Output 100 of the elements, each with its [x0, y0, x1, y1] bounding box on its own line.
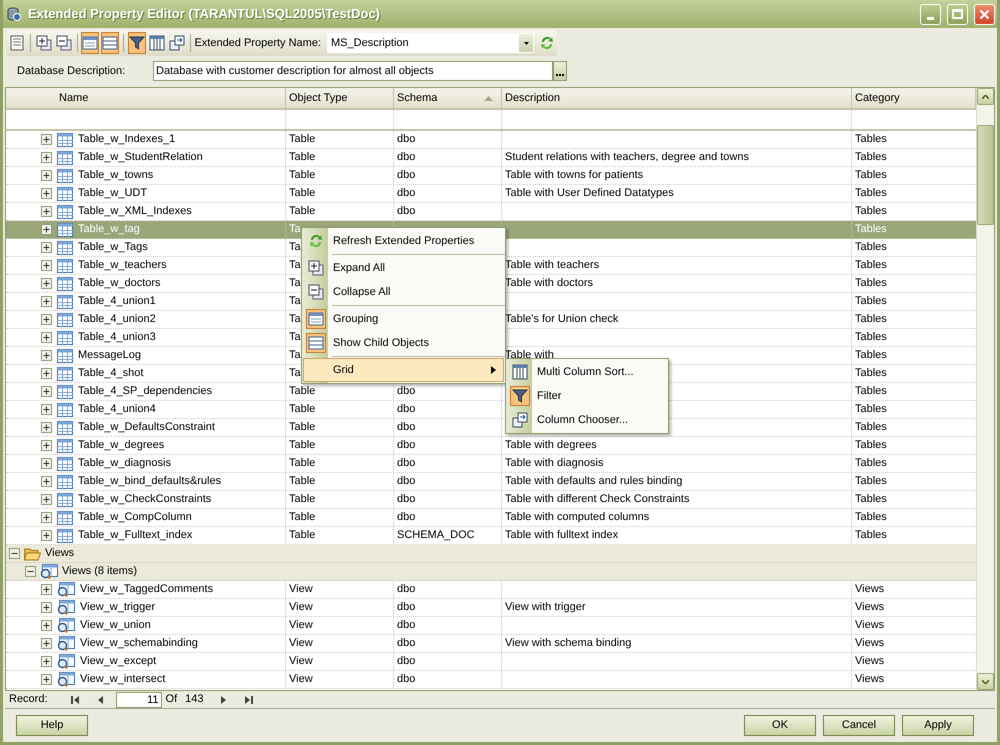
table-cell-text: dbo — [397, 672, 416, 688]
object-name: Table_w_XML_Indexes — [78, 204, 192, 220]
table-cell-text: Tables — [855, 438, 887, 454]
table-cell-text: Table — [289, 186, 316, 202]
table-cell-text: Table — [289, 420, 316, 436]
table-cell-text: Tables — [855, 204, 887, 220]
table-cell-text: Tables — [855, 330, 887, 346]
table-cell-text: Ta — [289, 294, 301, 310]
object-name: Table_w_Tags — [78, 240, 148, 256]
table-cell-text: Tables — [855, 510, 887, 526]
table-cell-text: Tables — [855, 312, 887, 328]
table-cell-text: Table — [289, 474, 316, 490]
table-cell-text: Table — [289, 528, 316, 544]
table-cell-text: Table with different Check Constraints — [505, 492, 690, 508]
table-cell-text: dbo — [397, 456, 416, 472]
table-cell-text: Tables — [855, 132, 887, 148]
table-cell-text: dbo — [397, 510, 416, 526]
table-cell-text: dbo — [397, 150, 416, 166]
object-name: Table_4_union3 — [78, 330, 156, 346]
object-name: MessageLog — [78, 348, 141, 364]
object-name: Table_w_Indexes_1 — [78, 132, 176, 148]
table-cell-text: dbo — [397, 384, 416, 400]
object-name: View_w_schemabinding — [80, 636, 198, 652]
object-name: Table_w_bind_defaults&rules — [78, 474, 222, 490]
table-cell-text: Views — [855, 636, 884, 652]
table-cell-text: dbo — [397, 420, 416, 436]
table-cell-text: Table — [289, 204, 316, 220]
object-name: Table_w_Fulltext_index — [78, 528, 192, 544]
window-title: Extended Property Editor (TARANTUL\SQL2005\TestDoc) — [28, 5, 382, 24]
table-cell-text: Tables — [855, 150, 887, 166]
table-cell-text: Table — [289, 150, 316, 166]
table-cell-text: Table with defaults and rules binding — [505, 474, 682, 490]
table-cell-text: Tables — [855, 276, 887, 292]
table-cell-text: Tables — [855, 366, 887, 382]
table-cell-text: Tables — [855, 186, 887, 202]
table-cell-text: Table with computed columns — [505, 510, 650, 526]
table-cell-text: dbo — [397, 492, 416, 508]
object-name: Table_w_CompColumn — [78, 510, 192, 526]
table-cell-text: Tables — [855, 402, 887, 418]
table-cell-text: Student relations with teachers, degree and towns — [505, 150, 749, 166]
object-name: Table_4_union1 — [78, 294, 156, 310]
table-cell-text: dbo — [397, 582, 416, 598]
object-name: Table_w_tag — [78, 222, 140, 238]
object-name: Table_4_SP_dependencies — [78, 384, 212, 400]
object-name: View_w_trigger — [80, 600, 156, 616]
record-label: Record: — [9, 692, 48, 708]
table-cell-text: Table with degrees — [505, 438, 597, 454]
table-cell-text: Table — [289, 402, 316, 418]
table-cell-text: dbo — [397, 618, 416, 634]
object-name: Table_w_DefaultsConstraint — [78, 420, 215, 436]
table-cell-text: Ta — [289, 240, 301, 256]
object-name: Table_w_doctors — [78, 276, 161, 292]
object-name: View_w_intersect — [80, 672, 166, 688]
table-cell-text: View — [289, 600, 313, 616]
table-cell-text: Table's for Union check — [505, 312, 618, 328]
object-name: Table_w_teachers — [78, 258, 167, 274]
menu-item-label: Grouping — [333, 312, 380, 327]
table-cell-text: Tables — [855, 168, 887, 184]
table-cell-text: dbo — [397, 474, 416, 490]
table-cell-text: View — [289, 654, 313, 670]
table-cell-text: Tables — [855, 528, 887, 544]
object-name: Table_w_StudentRelation — [78, 150, 203, 166]
object-name: Table_4_union2 — [78, 312, 156, 328]
object-name: Table_w_degrees — [78, 438, 164, 454]
table-cell-text: Table — [289, 132, 316, 148]
table-cell-text: Tables — [855, 492, 887, 508]
object-name: View_w_TaggedComments — [80, 582, 214, 598]
table-cell-text: Ta — [289, 366, 301, 382]
table-cell-text: Tables — [855, 240, 887, 256]
table-cell-text: Views — [855, 672, 884, 688]
object-name: View_w_except — [80, 654, 156, 670]
table-cell-text: Table with diagnosis — [505, 456, 604, 472]
table-cell-text: Tables — [855, 258, 887, 274]
table-cell-text: View — [289, 636, 313, 652]
table-cell-text: Views — [855, 582, 884, 598]
table-cell-text: Table — [289, 438, 316, 454]
table-cell-text: dbo — [397, 132, 416, 148]
table-cell-text: Ta — [289, 258, 301, 274]
table-cell-text: dbo — [397, 636, 416, 652]
table-cell-text: View — [289, 582, 313, 598]
table-cell-text: Ta — [289, 348, 301, 364]
table-cell-text: View — [289, 618, 313, 634]
record-total: 143 — [185, 692, 204, 708]
table-cell-text: Views — [855, 600, 884, 616]
table-cell-text: Tables — [855, 348, 887, 364]
object-name: View_w_union — [80, 618, 151, 634]
menu-item-label: Multi Column Sort... — [537, 364, 635, 380]
property-name-label: Extended Property Name: — [194, 36, 322, 51]
table-cell-text: SCHEMA_DOC — [397, 528, 475, 544]
table-cell-text: Table — [289, 168, 316, 184]
menu-item-label: Collapse All — [333, 284, 392, 300]
table-cell-text: Tables — [855, 456, 887, 472]
table-cell-text: dbo — [397, 204, 416, 220]
table-cell-text: dbo — [397, 168, 416, 184]
object-name: Table_4_union4 — [78, 402, 156, 418]
object-name: Table_w_diagnosis — [78, 456, 171, 472]
table-cell-text: dbo — [397, 438, 416, 454]
table-cell-text: dbo — [397, 654, 416, 670]
table-cell-text: Tables — [855, 384, 887, 400]
menu-item-label: Grid — [333, 362, 355, 378]
